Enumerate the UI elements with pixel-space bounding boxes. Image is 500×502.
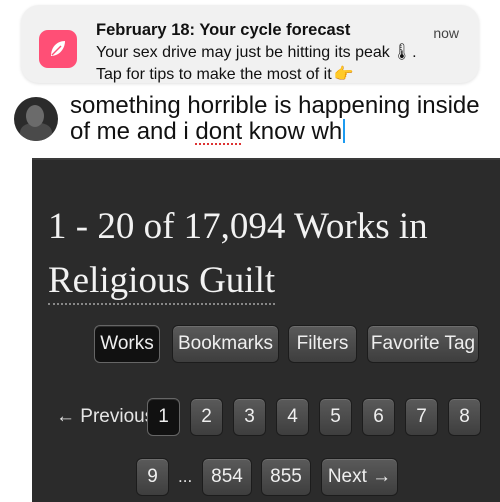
page-855-button[interactable]: 855 [261,458,311,496]
period-tracker-app-icon [39,30,77,68]
works-button[interactable]: Works [94,325,160,363]
page-7-button[interactable]: 7 [405,398,438,436]
heading-line1: 1 - 20 of 17,094 Works in [48,206,428,247]
page-8-button[interactable]: 8 [448,398,481,436]
notification-banner[interactable]: February 18: Your cycle forecast now You… [21,5,479,83]
page-3-button[interactable]: 3 [233,398,266,436]
notification-title: February 18: Your cycle forecast [96,21,351,39]
next-page-button[interactable]: Next → [321,458,398,496]
pointing-hand-emoji-icon: 👉 [333,66,354,83]
misspelled-word: dont [195,118,243,145]
bookmarks-button[interactable]: Bookmarks [172,325,279,363]
notification-body-line1: Your sex drive may just be hitting its p… [96,44,417,61]
thermometer-emoji-icon: 🌡 [391,44,413,61]
works-count-heading: 1 - 20 of 17,094 Works in Religious Guil… [48,200,428,308]
tweet-text[interactable]: something horrible is happening inside o… [70,93,490,145]
tag-link[interactable]: Religious Guilt [48,260,276,305]
favorite-tag-button[interactable]: Favorite Tag [367,325,479,363]
text-cursor [343,119,346,143]
ao3-works-panel: 1 - 20 of 17,094 Works in Religious Guil… [32,158,500,502]
page-1-button[interactable]: 1 [147,398,180,436]
user-avatar[interactable] [14,97,58,141]
pagination-ellipsis: ... [178,467,193,486]
page-2-button[interactable]: 2 [190,398,223,436]
filters-button[interactable]: Filters [288,325,357,363]
page-854-button[interactable]: 854 [202,458,252,496]
page-5-button[interactable]: 5 [319,398,352,436]
page-4-button[interactable]: 4 [276,398,309,436]
page-9-button[interactable]: 9 [136,458,169,496]
previous-page-link[interactable]: ← Previous [56,398,154,436]
page-6-button[interactable]: 6 [362,398,395,436]
notification-time: now [433,25,459,41]
notification-body-line2: Tap for tips to make the most of it 👉 [96,66,354,83]
